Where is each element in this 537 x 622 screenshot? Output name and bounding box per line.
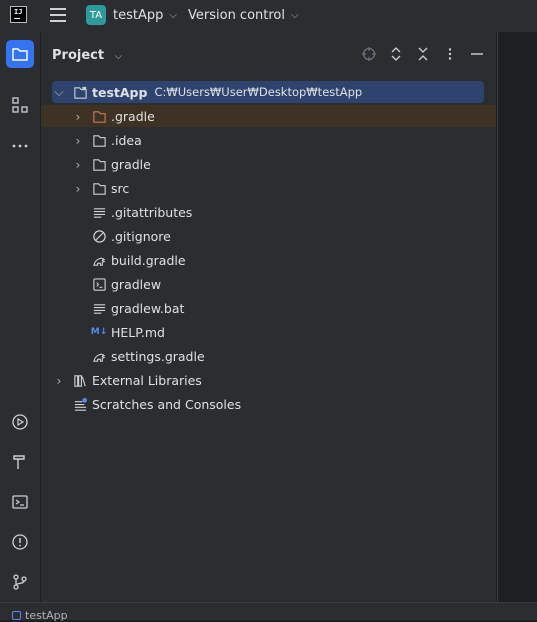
text-file-icon <box>91 300 107 316</box>
structure-tool-button[interactable] <box>6 91 34 119</box>
collapse-all-icon[interactable] <box>414 45 432 63</box>
module-folder-icon <box>72 84 88 100</box>
chevron-right-icon[interactable]: › <box>71 181 85 196</box>
more-icon <box>12 144 28 148</box>
project-name: testApp <box>113 7 164 23</box>
chevron-right-icon[interactable]: › <box>52 373 66 388</box>
hammer-icon <box>13 455 25 469</box>
tree-item-help-md[interactable]: M↓ HELP.md <box>91 321 165 343</box>
status-bar: testApp <box>0 602 537 622</box>
more-tools-button[interactable] <box>6 132 34 160</box>
build-tool-button[interactable] <box>6 448 34 476</box>
chevron-down-icon[interactable]: ⌵ <box>52 84 66 100</box>
main-menu-icon[interactable] <box>50 8 66 22</box>
services-tool-button[interactable] <box>6 408 34 436</box>
panel-title: Project <box>52 48 105 63</box>
tree-item-label: .idea <box>111 132 142 148</box>
tree-item-gradlew-bat[interactable]: gradlew.bat <box>91 297 184 319</box>
version-control-dropdown[interactable]: Version control ⌵ <box>188 3 299 27</box>
ignore-file-icon <box>91 228 107 244</box>
folder-icon <box>91 180 107 196</box>
tree-item-gitignore[interactable]: .gitignore <box>91 225 171 247</box>
tree-item-gradlew[interactable]: gradlew <box>91 273 161 295</box>
root-path: C:₩Users₩User₩Desktop₩testApp <box>154 85 363 99</box>
tree-item-label: External Libraries <box>92 372 202 388</box>
intellij-logo-icon[interactable]: IJ <box>10 6 27 23</box>
tree-item-label: gradlew.bat <box>111 300 185 316</box>
logo-text: IJ <box>14 8 23 16</box>
tree-item-external-libraries[interactable]: › External Libraries <box>52 369 202 391</box>
title-bar: IJ TA testApp ⌵ Version control ⌵ <box>0 0 537 32</box>
tree-item-label: gradle <box>111 156 151 172</box>
folder-icon <box>91 156 107 172</box>
folder-icon <box>91 108 107 124</box>
tree-item-label: Scratches and Consoles <box>92 396 242 412</box>
gradle-icon <box>91 252 107 268</box>
tree-item-gradle-dir[interactable]: › .gradle <box>41 105 496 127</box>
folder-icon <box>12 48 28 61</box>
tree-item-src[interactable]: › src <box>71 177 130 199</box>
tree-item-label: .gitattributes <box>111 204 193 220</box>
expand-all-icon[interactable] <box>387 45 405 63</box>
root-name: testApp <box>92 84 148 100</box>
terminal-icon <box>12 495 28 509</box>
options-icon[interactable] <box>441 45 459 63</box>
chevron-down-icon: ⌵ <box>114 51 123 62</box>
tree-item-gitattributes[interactable]: .gitattributes <box>91 201 192 223</box>
project-badge: TA <box>86 5 106 25</box>
gradle-icon <box>91 348 107 364</box>
tree-item-label: settings.gradle <box>111 348 205 364</box>
tree-item-label: .gitignore <box>111 228 171 244</box>
project-panel: Project ⌵ ⌵ testApp C:₩Users₩User₩Deskto… <box>41 32 496 602</box>
chevron-down-icon: ⌵ <box>169 9 177 21</box>
problems-tool-button[interactable] <box>6 528 34 556</box>
locate-icon[interactable] <box>360 45 378 63</box>
tree-item-label: .gradle <box>111 108 155 124</box>
terminal-tool-button[interactable] <box>6 488 34 516</box>
tree-item-scratches[interactable]: Scratches and Consoles <box>72 393 241 415</box>
status-project-breadcrumb[interactable]: testApp <box>12 609 68 622</box>
hide-panel-icon[interactable] <box>468 45 486 63</box>
markdown-icon: M↓ <box>90 327 108 337</box>
tree-item-build-gradle[interactable]: build.gradle <box>91 249 186 271</box>
git-branch-icon <box>13 574 27 590</box>
tree-item-label: HELP.md <box>111 324 165 340</box>
project-tool-button[interactable] <box>6 40 34 68</box>
chevron-right-icon[interactable]: › <box>71 157 85 172</box>
tree-item-idea[interactable]: › .idea <box>71 129 142 151</box>
vcs-label: Version control <box>188 7 285 23</box>
project-view-selector[interactable]: Project ⌵ <box>52 48 122 63</box>
tree-item-label: gradlew <box>111 276 162 292</box>
project-switcher[interactable]: TA testApp ⌵ <box>86 3 177 27</box>
chevron-down-icon: ⌵ <box>291 9 299 21</box>
shell-script-icon <box>91 276 107 292</box>
library-icon <box>72 372 88 388</box>
tree-root-testapp[interactable]: ⌵ testApp C:₩Users₩User₩Desktop₩testApp <box>52 81 484 103</box>
tree-item-gradle[interactable]: › gradle <box>71 153 151 175</box>
scratches-icon <box>72 396 88 412</box>
git-tool-button[interactable] <box>6 568 34 596</box>
chevron-right-icon[interactable]: › <box>71 109 85 124</box>
problems-icon <box>12 534 28 550</box>
status-project-name: testApp <box>25 609 68 622</box>
structure-icon <box>12 97 28 113</box>
panel-header: Project ⌵ <box>41 32 496 78</box>
tree-item-settings-gradle[interactable]: settings.gradle <box>91 345 205 367</box>
services-icon <box>12 414 28 430</box>
right-tool-strip <box>497 32 537 602</box>
tool-window-strip <box>0 32 41 602</box>
tree-item-label: build.gradle <box>111 252 186 268</box>
text-file-icon <box>91 204 107 220</box>
tree-item-label: src <box>111 180 130 196</box>
chevron-right-icon[interactable]: › <box>71 133 85 148</box>
panel-actions <box>360 45 486 63</box>
folder-icon <box>91 132 107 148</box>
